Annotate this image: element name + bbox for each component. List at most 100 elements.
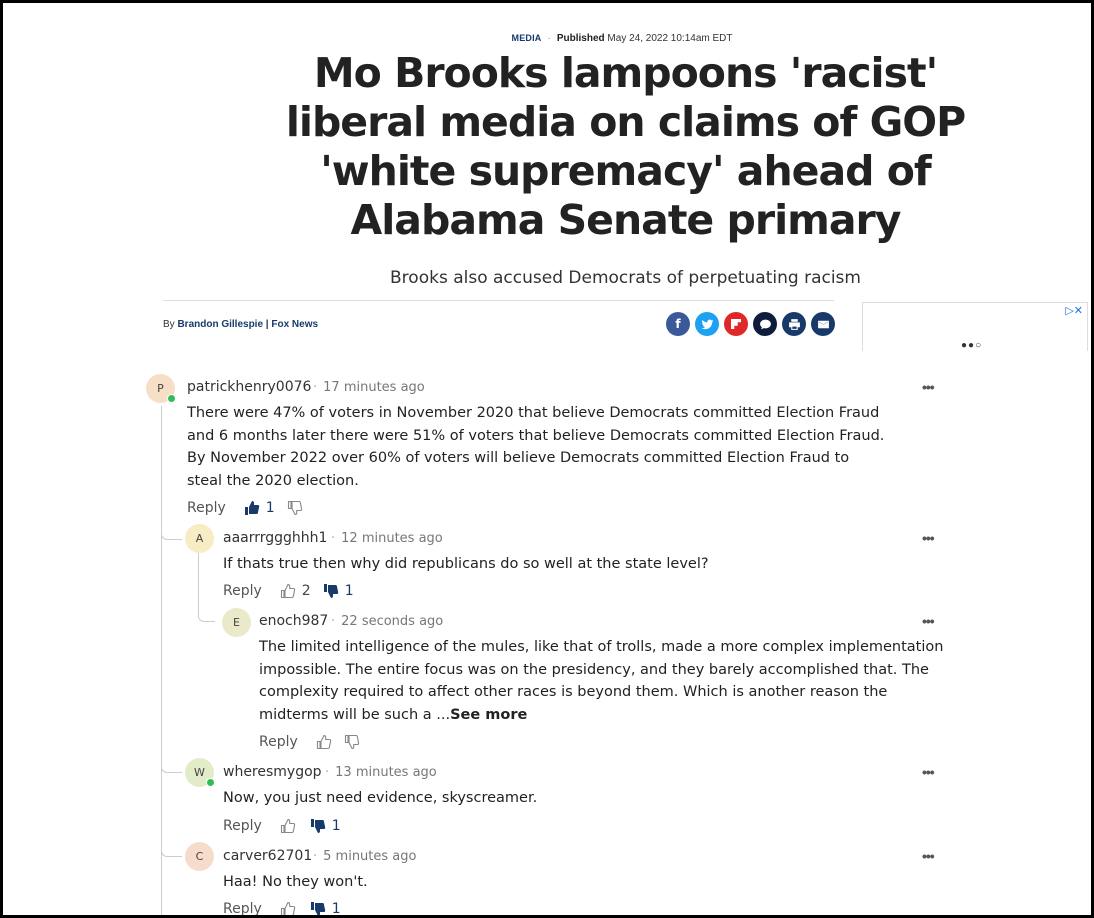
more-options-icon[interactable]: ••• (922, 848, 935, 864)
thumbs-down-icon (310, 902, 326, 915)
downvote-button[interactable]: 1 (310, 901, 341, 917)
reply-button[interactable]: Reply (223, 583, 262, 599)
upvote-button[interactable] (316, 734, 338, 750)
comment-time: · 22 seconds ago (331, 614, 444, 629)
article-subhead: Brooks also accused Democrats of perpetu… (390, 268, 861, 288)
facebook-icon[interactable]: f (666, 312, 690, 336)
more-options-icon[interactable]: ••• (922, 764, 935, 780)
thread-branch (161, 843, 182, 857)
comment-body: There were 47% of voters in November 202… (187, 405, 885, 489)
comment-actions: Reply 1 (223, 901, 353, 917)
avatar-initial: P (157, 382, 164, 395)
reply-button[interactable]: Reply (223, 818, 262, 834)
thumbs-down-icon (310, 819, 326, 833)
author-link[interactable]: Brandon Gillespie | Fox News (177, 319, 318, 330)
article-headline: Mo Brooks lampoons 'racist' liberal medi… (285, 49, 966, 244)
comment-username[interactable]: wheresmygop (223, 764, 322, 780)
comment-time: · 13 minutes ago (325, 765, 437, 780)
twitter-icon[interactable] (695, 312, 719, 336)
avatar-initial: A (195, 532, 204, 545)
comment-time-text: 12 minutes ago (341, 531, 443, 546)
more-options-icon[interactable]: ••• (922, 530, 935, 546)
reply-button[interactable]: Reply (259, 734, 298, 750)
downvote-count: 1 (344, 583, 354, 599)
thumbs-down-icon (287, 500, 302, 516)
comment-time-text: 13 minutes ago (335, 765, 437, 780)
see-more-link[interactable]: See more (450, 707, 527, 723)
ad-close-icon[interactable]: ▷✕ (1065, 304, 1083, 317)
thumbs-down-icon (323, 584, 338, 598)
comment-actions: Reply 2 1 (223, 583, 366, 599)
comment-actions: Reply 1 (223, 818, 353, 834)
reply-button[interactable]: Reply (223, 901, 262, 915)
avatar-initial: E (233, 616, 240, 629)
thumbs-up-icon (316, 734, 331, 750)
comment-body: Now, you just need evidence, skyscreamer… (223, 790, 538, 806)
thumbs-up-icon (280, 818, 295, 834)
share-bar: f (666, 312, 835, 336)
thumbs-up-icon (244, 501, 260, 515)
downvote-button[interactable]: 1 (323, 583, 354, 599)
comment-time-text: 22 seconds ago (341, 614, 444, 629)
comment-actions: Reply (259, 734, 378, 750)
avatar-initial: C (195, 850, 204, 863)
comment-body-text: The limited intelligence of the mules, l… (259, 639, 944, 723)
more-options-icon[interactable]: ••• (922, 613, 935, 629)
print-icon[interactable] (782, 312, 806, 336)
byline-prefix: By (163, 319, 175, 330)
thread-branch (161, 525, 182, 540)
downvote-count: 1 (331, 818, 341, 834)
comment-username[interactable]: enoch987 (259, 613, 328, 629)
divider (163, 300, 834, 301)
downvote-button[interactable] (344, 734, 366, 750)
upvote-button[interactable] (280, 818, 302, 834)
avatar-initial: W (194, 766, 205, 779)
upvote-button[interactable]: 1 (244, 500, 275, 516)
comment-time: · 5 minutes ago (313, 849, 417, 864)
comment-username[interactable]: aaarrrggghhh1 (223, 530, 327, 546)
email-icon[interactable] (811, 312, 835, 336)
comment-icon[interactable] (753, 312, 777, 336)
upvote-count: 1 (265, 500, 275, 516)
downvote-count: 1 (331, 901, 341, 917)
avatar[interactable]: A (185, 524, 214, 553)
browser-frame: MEDIA · Published May 24, 2022 10:14am EDT… (0, 0, 1094, 918)
comment-time: · 12 minutes ago (331, 531, 443, 546)
category-link[interactable]: MEDIA (512, 33, 542, 43)
more-options-icon[interactable]: ••• (922, 379, 935, 395)
avatar[interactable]: E (222, 608, 251, 637)
comment-actions: Reply 1 (187, 500, 321, 516)
comment-username[interactable]: patrickhenry0076 (187, 379, 311, 395)
online-indicator (206, 778, 215, 787)
ad-banner[interactable]: ▷✕ ●●○ (862, 302, 1088, 351)
avatar[interactable]: C (185, 842, 214, 871)
thumbs-up-icon (280, 901, 295, 915)
downvote-button[interactable] (287, 500, 309, 516)
thread-line (161, 406, 162, 915)
published-label: Published (556, 33, 605, 44)
upvote-button[interactable]: 2 (280, 583, 311, 599)
ad-pagination-dots: ●●○ (961, 340, 983, 351)
meta-separator: · (547, 33, 551, 44)
upvote-button[interactable] (280, 901, 302, 915)
thread-line (198, 552, 199, 612)
downvote-button[interactable]: 1 (310, 818, 341, 834)
reply-button[interactable]: Reply (187, 500, 226, 516)
thumbs-down-icon (344, 734, 359, 750)
byline: By Brandon Gillespie | Fox News (163, 319, 318, 330)
comment-username[interactable]: carver62701 (223, 848, 312, 864)
comment-time-text: 17 minutes ago (323, 380, 425, 395)
online-indicator (167, 394, 176, 403)
upvote-count: 2 (301, 583, 311, 599)
comment-body: The limited intelligence of the mules, l… (259, 636, 949, 726)
comment-time-text: 5 minutes ago (323, 849, 417, 864)
article-meta: MEDIA · Published May 24, 2022 10:14am EDT (3, 33, 1091, 44)
avatar[interactable]: W (185, 758, 215, 787)
comment-time: · 17 minutes ago (313, 380, 425, 395)
thumbs-up-icon (280, 583, 295, 599)
flipboard-icon[interactable] (724, 312, 748, 336)
comment-body: If thats true then why did republicans d… (223, 556, 709, 572)
thread-branch (161, 759, 182, 773)
comment-body: Haa! No they won't. (223, 874, 368, 890)
avatar[interactable]: P (146, 374, 176, 403)
